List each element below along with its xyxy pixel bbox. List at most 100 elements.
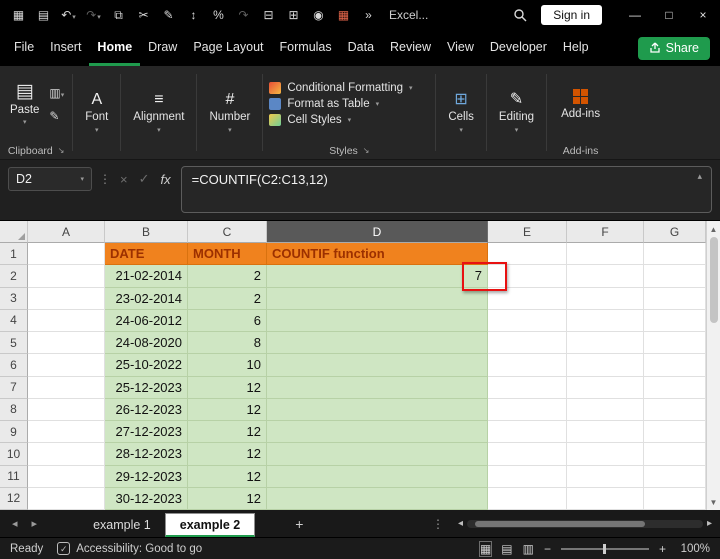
row-header-7[interactable]: 7 [0, 377, 28, 399]
vertical-scrollbar[interactable]: ▲ ▼ [706, 221, 720, 510]
cell-G6[interactable] [644, 354, 706, 376]
dialog-launcher-icon[interactable]: ↘ [363, 146, 370, 155]
drag-handle-icon[interactable]: ⋮ [99, 172, 111, 186]
store-icon[interactable]: ▦ [331, 8, 356, 22]
cell-B1[interactable]: DATE [105, 243, 188, 265]
collapse-formula-bar-icon[interactable]: ▴ [697, 171, 702, 182]
enter-icon[interactable]: ✓ [137, 171, 152, 187]
cell-G5[interactable] [644, 332, 706, 354]
cell-G2[interactable] [644, 265, 706, 287]
row-header-9[interactable]: 9 [0, 421, 28, 443]
row-header-11[interactable]: 11 [0, 466, 28, 488]
cells-group-button[interactable]: ⊞ Cells ▾ [436, 66, 486, 159]
cell-D12[interactable] [267, 488, 488, 510]
scroll-right-icon[interactable]: ▸ [707, 518, 712, 529]
undo-icon[interactable]: ↶▾ [56, 8, 81, 22]
cell-B8[interactable]: 26-12-2023 [105, 399, 188, 421]
cell-C8[interactable]: 12 [188, 399, 267, 421]
sign-in-button[interactable]: Sign in [541, 5, 602, 25]
page-break-view-icon[interactable]: ▥ [523, 542, 534, 556]
row-header-6[interactable]: 6 [0, 354, 28, 376]
row-header-4[interactable]: 4 [0, 310, 28, 332]
row-header-12[interactable]: 12 [0, 488, 28, 510]
cell-F9[interactable] [567, 421, 644, 443]
menu-tab-data[interactable]: Data [340, 30, 382, 66]
cell-E6[interactable] [488, 354, 567, 376]
cell-F6[interactable] [567, 354, 644, 376]
cell-A3[interactable] [28, 288, 105, 310]
cell-G7[interactable] [644, 377, 706, 399]
cell-C7[interactable]: 12 [188, 377, 267, 399]
cell-G9[interactable] [644, 421, 706, 443]
camera-icon[interactable]: ◉ [306, 8, 331, 22]
sheet-tab-example-2[interactable]: example 2 [165, 513, 255, 537]
cell-D7[interactable] [267, 377, 488, 399]
cell-A4[interactable] [28, 310, 105, 332]
format-painter-icon[interactable]: ✎ [49, 109, 64, 123]
cell-C5[interactable]: 8 [188, 332, 267, 354]
row-header-3[interactable]: 3 [0, 288, 28, 310]
zoom-out-button[interactable]: − [544, 542, 551, 556]
cell-F12[interactable] [567, 488, 644, 510]
cell-B11[interactable]: 29-12-2023 [105, 466, 188, 488]
sheet-tab-example-1[interactable]: example 1 [79, 513, 165, 537]
select-all-corner[interactable] [0, 221, 28, 243]
cell-A11[interactable] [28, 466, 105, 488]
cell-D5[interactable] [267, 332, 488, 354]
menu-tab-file[interactable]: File [6, 30, 42, 66]
app-menu-icon[interactable]: ▦ [6, 8, 31, 22]
horizontal-scrollbar[interactable]: ◂ ▸ [458, 518, 720, 529]
cell-C10[interactable]: 12 [188, 443, 267, 465]
cell-G3[interactable] [644, 288, 706, 310]
cell-F11[interactable] [567, 466, 644, 488]
accessibility-status[interactable]: Accessibility: Good to go [76, 543, 202, 555]
styles-item-cell-styles[interactable]: Cell Styles▾ [269, 114, 435, 126]
cell-E11[interactable] [488, 466, 567, 488]
menu-tab-formulas[interactable]: Formulas [272, 30, 340, 66]
cell-D8[interactable] [267, 399, 488, 421]
cell-B6[interactable]: 25-10-2022 [105, 354, 188, 376]
horizontal-scrollbar-thumb[interactable] [475, 521, 645, 527]
page-layout-view-icon[interactable]: ▤ [501, 542, 512, 556]
vertical-scrollbar-thumb[interactable] [710, 237, 718, 323]
cell-G4[interactable] [644, 310, 706, 332]
sheet-nav-right-icon[interactable]: ▸ [32, 517, 38, 530]
cell-F10[interactable] [567, 443, 644, 465]
cut-icon[interactable]: ✂ [131, 8, 156, 22]
zoom-slider[interactable] [561, 548, 649, 550]
printer-icon[interactable]: ⊟ [256, 8, 281, 22]
name-box[interactable]: D2 ▾ [8, 167, 92, 191]
insert-function-icon[interactable]: fx [159, 172, 173, 187]
cancel-icon[interactable]: × [118, 172, 130, 187]
menu-tab-draw[interactable]: Draw [140, 30, 185, 66]
percent-icon[interactable]: % [206, 8, 231, 22]
zoom-in-button[interactable]: + [659, 542, 666, 556]
cell-G8[interactable] [644, 399, 706, 421]
cell-G1[interactable] [644, 243, 706, 265]
column-header-E[interactable]: E [488, 221, 567, 243]
row-header-5[interactable]: 5 [0, 332, 28, 354]
cell-G12[interactable] [644, 488, 706, 510]
copy-icon[interactable]: ⧉ [106, 8, 131, 23]
font-group-button[interactable]: A Font ▾ [73, 66, 120, 159]
save-icon[interactable]: ▤ [31, 8, 56, 22]
menu-tab-home[interactable]: Home [89, 30, 140, 66]
cell-F7[interactable] [567, 377, 644, 399]
cell-G11[interactable] [644, 466, 706, 488]
menu-tab-developer[interactable]: Developer [482, 30, 555, 66]
cell-A8[interactable] [28, 399, 105, 421]
cell-A5[interactable] [28, 332, 105, 354]
cell-C6[interactable]: 10 [188, 354, 267, 376]
alignment-group-button[interactable]: ≡ Alignment ▾ [121, 66, 196, 159]
format-painter-icon[interactable]: ✎ [156, 8, 181, 22]
row-header-1[interactable]: 1 [0, 243, 28, 265]
cell-D2[interactable]: 7 [267, 265, 488, 287]
cell-C11[interactable]: 12 [188, 466, 267, 488]
cell-B4[interactable]: 24-06-2012 [105, 310, 188, 332]
paste-special-icon[interactable]: ▥▾ [49, 86, 64, 100]
cell-E4[interactable] [488, 310, 567, 332]
zoom-level[interactable]: 100% [676, 543, 710, 555]
cell-C1[interactable]: MONTH [188, 243, 267, 265]
cell-A2[interactable] [28, 265, 105, 287]
cell-C2[interactable]: 2 [188, 265, 267, 287]
